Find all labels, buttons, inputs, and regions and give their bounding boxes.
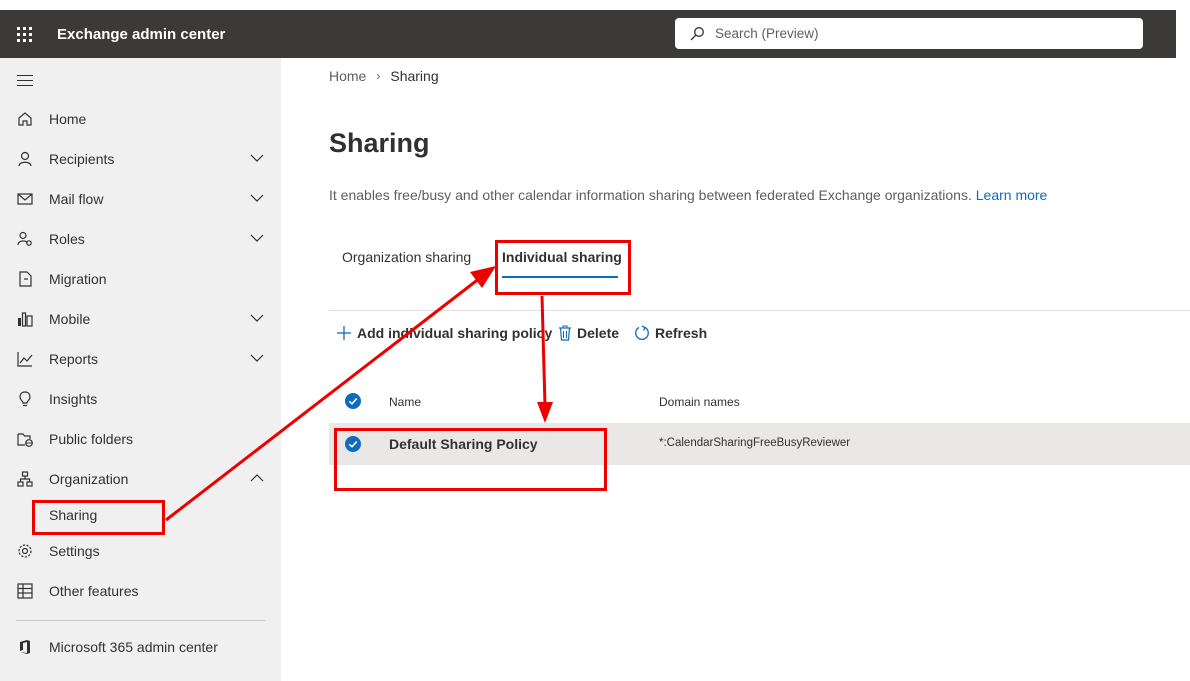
- public-folders-icon: [17, 433, 33, 447]
- trash-icon: [559, 325, 571, 341]
- top-strip: [0, 0, 1190, 10]
- arrow-line-tab-to-row: [540, 295, 547, 407]
- sidebar-item-label: Mail flow: [49, 191, 104, 207]
- mobile-icon: [18, 312, 33, 327]
- delete-button[interactable]: Delete: [558, 323, 619, 343]
- sidebar-item-reports[interactable]: Reports: [0, 339, 281, 379]
- search-icon: [690, 26, 704, 40]
- waffle-icon: [16, 26, 32, 42]
- refresh-button[interactable]: Refresh: [634, 323, 707, 343]
- top-bar: Exchange admin center Search (Preview): [0, 10, 1176, 58]
- annotation-box-sharing-nav: [32, 500, 165, 535]
- sidebar-item-roles[interactable]: Roles: [0, 219, 281, 259]
- sidebar-item-label: Migration: [49, 271, 107, 287]
- chevron-up-icon: [250, 474, 264, 482]
- sidebar-item-insights[interactable]: Insights: [0, 379, 281, 419]
- add-policy-button[interactable]: Add individual sharing policy: [336, 323, 552, 343]
- chevron-down-icon: [250, 154, 264, 162]
- sidebar-item-public-folders[interactable]: Public folders: [0, 419, 281, 459]
- sidebar-item-recipients[interactable]: Recipients: [0, 139, 281, 179]
- sidebar-item-mail-flow[interactable]: Mail flow: [0, 179, 281, 219]
- app-title: Exchange admin center: [57, 25, 226, 43]
- sidebar-divider: [16, 620, 265, 621]
- reports-icon: [17, 352, 33, 367]
- sidebar-item-migration[interactable]: Migration: [0, 259, 281, 299]
- roles-icon: [17, 231, 32, 246]
- sidebar-item-label: Reports: [49, 351, 99, 367]
- tab-organization-sharing[interactable]: Organization sharing: [342, 249, 471, 265]
- sidebar-item-label: Settings: [49, 543, 100, 559]
- grid-icon: [17, 583, 33, 599]
- home-icon: [18, 112, 32, 126]
- arrowhead-row: [537, 402, 553, 423]
- sidebar-item-organization[interactable]: Organization: [0, 459, 281, 499]
- delete-label: Delete: [577, 325, 620, 341]
- sidebar-item-label: Insights: [49, 391, 98, 407]
- sidebar-item-label: Other features: [49, 583, 139, 599]
- chevron-down-icon: [250, 314, 264, 322]
- sidebar-item-label: Home: [49, 111, 87, 127]
- sidebar-item-home[interactable]: Home: [0, 99, 281, 139]
- plus-icon: [337, 326, 351, 340]
- learn-more-link[interactable]: Learn more: [976, 187, 1048, 203]
- hamburger-menu-icon[interactable]: [17, 75, 35, 89]
- tabs-divider: [329, 310, 1190, 311]
- organization-icon: [17, 471, 33, 487]
- annotation-box-individual-tab: [495, 240, 631, 295]
- chevron-down-icon: [250, 234, 264, 242]
- column-header-domain-names[interactable]: Domain names: [659, 395, 740, 409]
- lightbulb-icon: [19, 391, 31, 407]
- sidebar-item-label: Roles: [49, 231, 85, 247]
- person-icon: [18, 151, 32, 167]
- sidebar-item-m365-admin-center[interactable]: Microsoft 365 admin center: [0, 627, 281, 667]
- migration-icon: [19, 271, 32, 287]
- mail-icon: [17, 193, 33, 205]
- row-domain-names: *:CalendarSharingFreeBusyReviewer: [659, 437, 851, 449]
- sidebar-item-label: Microsoft 365 admin center: [49, 639, 218, 655]
- refresh-icon: [635, 325, 649, 340]
- page-description: It enables free/busy and other calendar …: [329, 187, 1047, 203]
- sidebar-item-label: Mobile: [49, 311, 91, 327]
- app-launcher-button[interactable]: [0, 10, 48, 58]
- breadcrumb-home-link[interactable]: Home: [329, 68, 366, 84]
- page-title: Sharing: [329, 128, 430, 158]
- right-strip: [1176, 10, 1190, 58]
- chevron-right-icon: ›: [376, 69, 381, 83]
- sidebar-item-label: Recipients: [49, 151, 115, 167]
- breadcrumb: Home › Sharing: [329, 68, 439, 84]
- arrowhead-tab: [470, 266, 496, 288]
- gear-icon: [18, 544, 32, 558]
- search-input[interactable]: Search (Preview): [675, 18, 1143, 49]
- refresh-label: Refresh: [655, 325, 708, 341]
- chevron-down-icon: [250, 194, 264, 202]
- column-header-name[interactable]: Name: [389, 395, 421, 409]
- select-all-checkbox[interactable]: [345, 393, 361, 409]
- chevron-down-icon: [250, 354, 264, 362]
- office-icon: [20, 640, 30, 654]
- description-text: It enables free/busy and other calendar …: [329, 187, 972, 203]
- sidebar-item-other-features[interactable]: Other features: [0, 571, 281, 611]
- annotation-box-policy-row: [334, 428, 607, 491]
- sidebar-item-settings[interactable]: Settings: [0, 531, 281, 571]
- sidebar-item-label: Public folders: [49, 431, 134, 447]
- sidebar-item-mobile[interactable]: Mobile: [0, 299, 281, 339]
- sidebar-item-label: Organization: [49, 471, 129, 487]
- breadcrumb-current: Sharing: [390, 68, 439, 84]
- search-placeholder: Search (Preview): [715, 26, 819, 41]
- add-policy-label: Add individual sharing policy: [357, 325, 553, 341]
- sidebar: Home Recipients Mail flow Roles Migratio…: [0, 58, 281, 681]
